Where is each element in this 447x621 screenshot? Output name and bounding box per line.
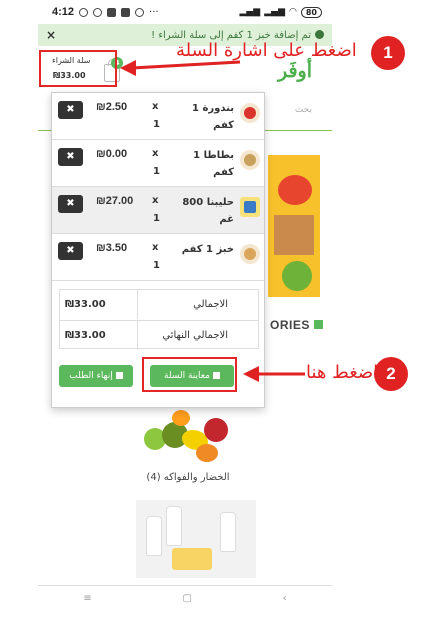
annotation-step1-number: 1 (371, 36, 405, 70)
annotation-step2-text: اضغط هنا (306, 362, 379, 383)
annotation-step2-number: 2 (374, 357, 408, 391)
arrow-1-line (131, 60, 241, 70)
arrow-1-head-icon (120, 60, 136, 76)
annotation-arrows (120, 60, 305, 382)
arrow-2-head-icon (243, 366, 259, 382)
annotation-step1-text: اضغط على اشارة السلة (176, 40, 357, 61)
